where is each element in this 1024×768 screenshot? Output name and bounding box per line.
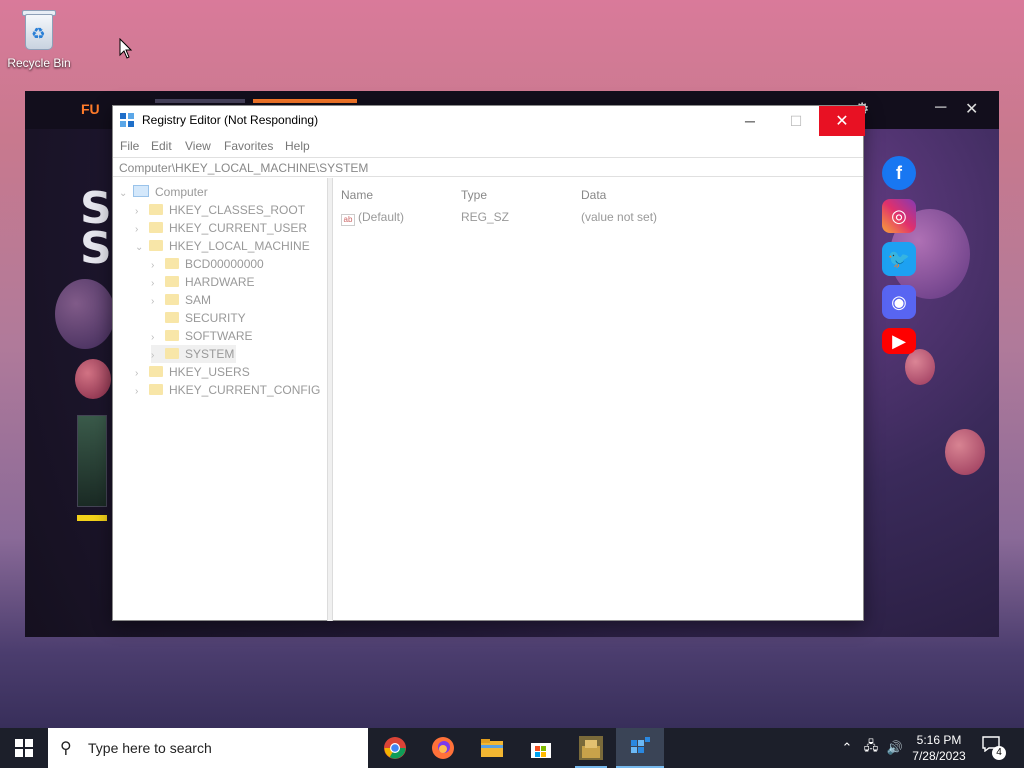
column-header-name[interactable]: Name bbox=[341, 188, 373, 202]
notification-count-badge: 4 bbox=[992, 746, 1006, 760]
tree-node-sam[interactable]: › SAM bbox=[151, 291, 211, 309]
launcher-tab-active[interactable] bbox=[253, 99, 357, 103]
computer-icon bbox=[133, 185, 149, 197]
folder-icon bbox=[149, 222, 163, 233]
recycle-bin-label: Recycle Bin bbox=[7, 56, 71, 70]
tree-node-hkey-current-config[interactable]: › HKEY_CURRENT_CONFIG bbox=[135, 381, 320, 399]
folder-icon bbox=[149, 240, 163, 251]
registry-tree: ⌄ Computer › HKEY_CLASSES_ROOT › HKEY_CURRE… bbox=[113, 178, 328, 621]
launcher-poster[interactable] bbox=[77, 415, 107, 507]
twitter-icon[interactable]: 🐦 bbox=[882, 242, 916, 276]
pane-splitter[interactable] bbox=[328, 178, 333, 621]
recycle-bin-icon: ♻ bbox=[19, 8, 59, 52]
menu-file[interactable]: File bbox=[120, 139, 139, 153]
chrome-icon[interactable] bbox=[371, 728, 419, 768]
tree-node-hkey-classes-root[interactable]: › HKEY_CLASSES_ROOT bbox=[135, 201, 305, 219]
chevron-down-icon[interactable]: ⌄ bbox=[119, 185, 129, 203]
game-icon[interactable] bbox=[567, 728, 615, 768]
menu-view[interactable]: View bbox=[185, 139, 211, 153]
launcher-close-icon[interactable]: ✕ bbox=[965, 99, 978, 119]
minimize-button[interactable]: ─ bbox=[727, 106, 773, 136]
folder-icon bbox=[149, 366, 163, 377]
taskbar-search-box[interactable]: ⚲ Type here to search bbox=[48, 728, 368, 768]
folder-icon bbox=[165, 312, 179, 323]
registry-editor-window: Registry Editor (Not Responding) ─ ☐ ✕ F… bbox=[112, 105, 865, 621]
values-list: Name Type Data ab (Default) REG_SZ (value… bbox=[334, 178, 864, 621]
menu-help[interactable]: Help bbox=[285, 139, 310, 153]
start-button[interactable] bbox=[0, 728, 48, 768]
folder-icon bbox=[165, 348, 179, 359]
folder-icon bbox=[165, 258, 179, 269]
string-value-icon: ab bbox=[341, 214, 355, 226]
tree-node-hkey-current-user[interactable]: › HKEY_CURRENT_USER bbox=[135, 219, 307, 237]
microsoft-store-icon[interactable] bbox=[517, 728, 565, 768]
volume-icon[interactable]: 🔊 bbox=[884, 728, 906, 768]
menu-edit[interactable]: Edit bbox=[151, 139, 172, 153]
column-header-type[interactable]: Type bbox=[461, 188, 487, 202]
folder-icon bbox=[165, 294, 179, 305]
launcher-tab[interactable] bbox=[155, 99, 245, 103]
action-center-button[interactable]: 4 bbox=[982, 736, 1006, 760]
tree-node-system[interactable]: › SYSTEM bbox=[151, 345, 237, 363]
chevron-right-icon[interactable]: › bbox=[135, 383, 145, 401]
menu-favorites[interactable]: Favorites bbox=[224, 139, 273, 153]
window-title: Registry Editor (Not Responding) bbox=[142, 113, 319, 127]
instagram-icon[interactable]: ◎ bbox=[882, 199, 916, 233]
search-icon: ⚲ bbox=[60, 740, 72, 757]
maximize-button[interactable]: ☐ bbox=[773, 106, 819, 136]
tree-node-bcd[interactable]: › BCD00000000 bbox=[151, 255, 264, 273]
recycle-bin-desktop-icon[interactable]: ♻ Recycle Bin bbox=[6, 8, 72, 70]
discord-icon[interactable]: ◉ bbox=[882, 285, 916, 319]
launcher-minimize-icon[interactable]: ─ bbox=[935, 99, 946, 117]
facebook-icon[interactable]: f bbox=[882, 156, 916, 190]
tree-node-hkey-local-machine[interactable]: ⌄ HKEY_LOCAL_MACHINE bbox=[135, 237, 310, 255]
launcher-brand: FU bbox=[81, 101, 100, 117]
registry-editor-icon bbox=[631, 737, 650, 753]
value-data-cell: (value not set) bbox=[581, 210, 658, 224]
launcher-poster-bar bbox=[77, 515, 107, 521]
title-bar[interactable]: Registry Editor (Not Responding) ─ ☐ ✕ bbox=[113, 106, 865, 136]
taskbar: ⚲ Type here to search ⌃ 🖧 🔊 5:16 PM 7/28… bbox=[0, 728, 1024, 768]
windows-logo-icon bbox=[15, 739, 33, 757]
network-icon[interactable]: 🖧 bbox=[861, 728, 881, 768]
folder-icon bbox=[149, 204, 163, 215]
tree-node-computer[interactable]: ⌄ Computer bbox=[119, 183, 208, 201]
show-hidden-icons-chevron-up-icon[interactable]: ⌃ bbox=[838, 728, 856, 768]
folder-icon bbox=[149, 384, 163, 395]
value-name-cell: ab (Default) bbox=[341, 210, 404, 226]
registry-editor-icon bbox=[120, 113, 136, 129]
clock-date: 7/28/2023 bbox=[912, 749, 966, 763]
search-placeholder: Type here to search bbox=[88, 740, 212, 756]
youtube-icon[interactable]: ▶ bbox=[882, 328, 916, 354]
file-explorer-icon[interactable] bbox=[468, 728, 516, 768]
chevron-down-icon[interactable]: ⌄ bbox=[135, 239, 145, 257]
taskbar-clock[interactable]: 5:16 PM 7/28/2023 bbox=[908, 732, 970, 764]
address-bar[interactable]: Computer\HKEY_LOCAL_MACHINE\SYSTEM bbox=[113, 157, 863, 177]
registry-editor-taskbar-button[interactable] bbox=[616, 728, 664, 768]
tree-node-software[interactable]: › SOFTWARE bbox=[151, 327, 253, 345]
folder-icon bbox=[165, 330, 179, 341]
close-button[interactable]: ✕ bbox=[819, 106, 865, 136]
tree-node-hkey-users[interactable]: › HKEY_USERS bbox=[135, 363, 250, 381]
clock-time: 5:16 PM bbox=[916, 733, 962, 747]
tree-node-hardware[interactable]: › HARDWARE bbox=[151, 273, 255, 291]
tree-node-security[interactable]: SECURITY bbox=[151, 309, 246, 327]
firefox-icon[interactable] bbox=[419, 728, 467, 768]
value-type-cell: REG_SZ bbox=[461, 210, 510, 224]
menu-bar: File Edit View Favorites Help bbox=[113, 136, 863, 156]
folder-icon bbox=[165, 276, 179, 287]
column-header-data[interactable]: Data bbox=[581, 188, 606, 202]
